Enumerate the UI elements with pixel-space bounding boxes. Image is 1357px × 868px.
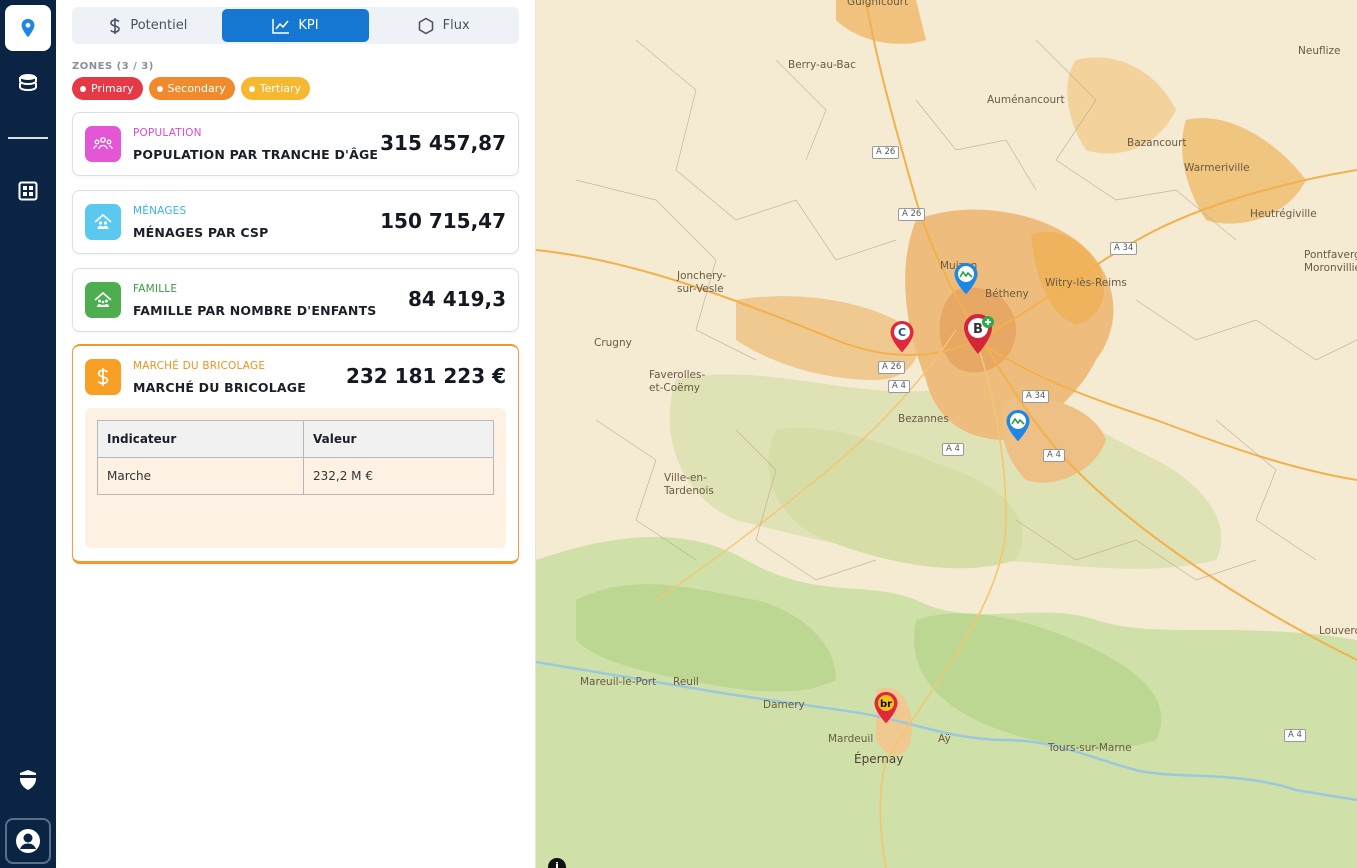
household-icon — [85, 204, 121, 240]
dashboard-grid-icon[interactable] — [5, 168, 51, 214]
family-home-icon — [85, 282, 121, 318]
kpi-category: MARCHÉ DU BRICOLAGE — [133, 360, 266, 372]
place-label: Damery — [763, 699, 805, 711]
place-label: Berry-au-Bac — [788, 59, 856, 71]
kpi-category: POPULATION — [133, 127, 202, 139]
place-label: Guignicourt — [847, 0, 909, 8]
place-label: Reuil — [673, 676, 699, 688]
chip-label: Secondary — [167, 82, 226, 95]
table-cell: 232,2 M € — [303, 457, 494, 495]
chip-dot — [248, 85, 255, 92]
zone-chip-secondary[interactable]: Secondary — [148, 77, 235, 100]
place-label: Warmeriville — [1184, 162, 1250, 174]
app-root: Potentiel KPI Flux ZONES (3 / 3) Primary… — [0, 0, 1357, 868]
table-cell: Marche — [97, 457, 304, 495]
road-shield: A 4 — [942, 443, 964, 456]
place-label: Bétheny — [985, 288, 1029, 300]
kpi-card-population[interactable]: POPULATION POPULATION PAR TRANCHE D'ÂGE … — [72, 112, 519, 176]
place-label: Ville-en-Tardenois — [664, 472, 714, 497]
kpi-category: FAMILLE — [133, 283, 178, 295]
table-header: Valeur — [303, 420, 494, 458]
place-label: Auménancourt — [987, 94, 1065, 106]
tab-kpi-label: KPI — [298, 18, 319, 33]
chip-dot — [156, 85, 163, 92]
competitor-pin-red-c[interactable]: C — [889, 320, 915, 354]
road-shield: A 34 — [1110, 242, 1138, 255]
svg-text:B: B — [973, 322, 983, 337]
place-label: Jonchery-sur-Vesle — [677, 270, 727, 295]
place-label: Mareuil-le-Port — [580, 676, 657, 688]
kpi-category: MÉNAGES — [133, 205, 187, 217]
place-label: Faverolles-et-Coëmy — [649, 369, 706, 394]
kpi-value: 232 181 223 € — [345, 364, 506, 388]
place-label: Crugny — [594, 337, 632, 349]
svg-text:br: br — [880, 699, 892, 710]
database-icon[interactable] — [5, 61, 51, 107]
zone-chip-primary[interactable]: Primary — [72, 77, 143, 100]
competitor-pin-blue-2[interactable] — [1005, 409, 1031, 443]
kpi-name: MÉNAGES PAR CSP — [133, 225, 269, 240]
table-header: Indicateur — [97, 420, 304, 458]
kpi-value: 315 457,87 — [380, 131, 506, 155]
competitor-pin-blue[interactable] — [953, 262, 979, 296]
kpi-name: MARCHÉ DU BRICOLAGE — [133, 380, 306, 395]
place-label: Pontfaverger-Moronvilliers — [1304, 249, 1357, 274]
place-label: Bezannes — [898, 413, 949, 425]
road-shield: A 34 — [1022, 390, 1050, 403]
shield-icon[interactable] — [5, 757, 51, 803]
chip-label: Tertiary — [259, 82, 302, 95]
road-shield: A 26 — [898, 208, 926, 221]
tab-kpi[interactable]: KPI — [221, 9, 370, 42]
road-shield: A 4 — [1284, 729, 1306, 742]
table-row: Marche 232,2 M € — [97, 457, 494, 495]
store-pin-b[interactable]: B — [961, 312, 995, 356]
people-group-icon — [85, 126, 121, 162]
tab-bar: Potentiel KPI Flux — [72, 7, 519, 44]
rail-divider — [8, 137, 48, 139]
place-label: Épernay — [854, 752, 904, 766]
place-label: Bazancourt — [1127, 137, 1187, 149]
tab-potentiel-label: Potentiel — [130, 18, 188, 33]
road-shield: A 4 — [1043, 449, 1065, 462]
place-label: Neuflize — [1298, 45, 1341, 57]
competitor-pin-br[interactable]: br — [873, 691, 899, 725]
place-label: Tours-sur-Marne — [1048, 742, 1132, 754]
kpi-name: POPULATION PAR TRANCHE D'ÂGE — [133, 147, 379, 162]
dollar-icon — [85, 359, 121, 395]
chip-label: Primary — [91, 82, 134, 95]
place-label: Witry-lès-Reims — [1045, 277, 1127, 289]
zone-chips: Primary Secondary Tertiary — [72, 77, 311, 100]
market-detail-box: Indicateur Valeur Marche 232,2 M € — [85, 408, 506, 548]
hexagon-icon — [417, 17, 435, 35]
kpi-value: 150 715,47 — [380, 209, 506, 233]
place-label: Aÿ — [938, 733, 951, 745]
user-avatar-icon[interactable] — [5, 818, 51, 864]
map-pin-icon[interactable] — [5, 5, 51, 51]
kpi-card-famille[interactable]: FAMILLE FAMILLE PAR NOMBRE D'ENFANTS 84 … — [72, 268, 519, 332]
tab-potentiel[interactable]: Potentiel — [74, 9, 222, 42]
kpi-card-marche-bricolage[interactable]: MARCHÉ DU BRICOLAGE MARCHÉ DU BRICOLAGE … — [72, 344, 519, 564]
chip-dot — [80, 85, 86, 92]
dollar-icon — [108, 17, 122, 35]
zone-chip-tertiary[interactable]: Tertiary — [240, 77, 311, 100]
kpi-card-menages[interactable]: MÉNAGES MÉNAGES PAR CSP 150 715,47 — [72, 190, 519, 254]
kpi-name: FAMILLE PAR NOMBRE D'ENFANTS — [133, 303, 377, 318]
left-rail — [0, 0, 56, 868]
place-label: Louvercy — [1319, 625, 1357, 637]
tab-flux[interactable]: Flux — [369, 9, 517, 42]
kpi-value: 84 419,3 — [407, 287, 506, 311]
place-label: Heutrégiville — [1250, 208, 1317, 220]
road-shield: A 26 — [878, 361, 906, 374]
road-shield: A 4 — [888, 380, 910, 393]
market-table: Indicateur Valeur Marche 232,2 M € — [97, 420, 494, 495]
kpi-panel: Potentiel KPI Flux ZONES (3 / 3) Primary… — [56, 0, 536, 868]
svg-text:C: C — [898, 326, 906, 339]
map-view[interactable]: Guignicourt Neuflize Berry-au-Bac Auména… — [536, 0, 1357, 868]
line-chart-icon — [272, 18, 290, 34]
tab-flux-label: Flux — [442, 18, 470, 33]
zones-label: ZONES (3 / 3) — [72, 61, 154, 72]
place-label: Mardeuil — [828, 733, 874, 745]
road-shield: A 26 — [872, 146, 900, 159]
